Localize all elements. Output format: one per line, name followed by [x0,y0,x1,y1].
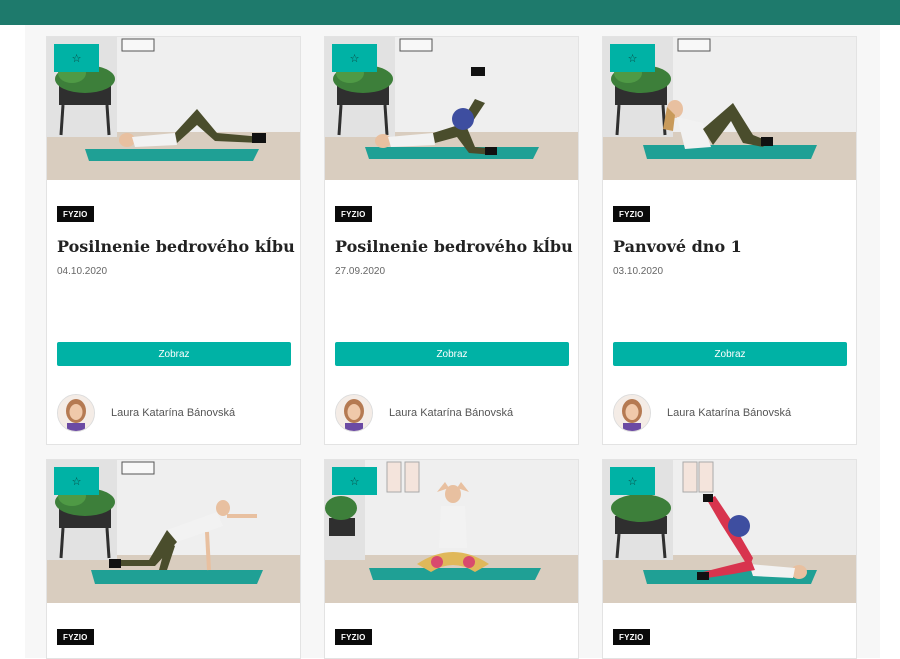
exercise-thumbnail[interactable]: ☆ [325,460,578,603]
star-icon[interactable]: ☆ [610,467,655,495]
exercise-thumbnail[interactable]: ☆ [603,460,856,603]
show-button[interactable]: Zobraz [613,342,847,366]
category-tag[interactable]: FYZIO [335,629,372,645]
star-icon[interactable]: ☆ [332,44,377,72]
author-info: Laura Katarína Bánovská [57,394,235,432]
avatar [613,394,651,432]
publish-date: 04.10.2020 [57,266,108,277]
show-button[interactable]: Zobraz [335,342,569,366]
category-tag[interactable]: FYZIO [613,206,650,222]
author-name[interactable]: Laura Katarína Bánovská [667,407,791,419]
video-grid: ☆ FYZIO Posilnenie bedrového kĺbu 1 04.1… [25,25,880,659]
category-tag[interactable]: FYZIO [57,629,94,645]
top-header-bar [0,0,900,25]
exercise-thumbnail[interactable]: ☆ [47,37,300,180]
star-icon[interactable]: ☆ [54,44,99,72]
exercise-thumbnail[interactable]: ☆ [47,460,300,603]
star-icon[interactable]: ☆ [54,467,99,495]
author-info: Laura Katarína Bánovská [335,394,513,432]
publish-date: 03.10.2020 [613,266,664,277]
publish-date: 27.09.2020 [335,266,386,277]
show-button[interactable]: Zobraz [57,342,291,366]
card-title[interactable]: Posilnenie bedrového kĺbu 2 [335,237,578,256]
author-info: Laura Katarína Bánovská [613,394,791,432]
exercise-thumbnail[interactable]: ☆ [603,37,856,180]
card-title[interactable]: Panvové dno 1 [613,237,853,256]
category-tag[interactable]: FYZIO [57,206,94,222]
avatar [57,394,95,432]
category-tag[interactable]: FYZIO [613,629,650,645]
exercise-card: ☆ FYZIO [324,459,579,659]
card-title[interactable]: Posilnenie bedrového kĺbu 1 [57,237,300,256]
exercise-card: ☆ FYZIO [602,459,857,659]
exercise-card: ☆ FYZIO Posilnenie bedrového kĺbu 2 27.0… [324,36,579,445]
exercise-card: ☆ FYZIO Posilnenie bedrového kĺbu 1 04.1… [46,36,301,445]
star-icon[interactable]: ☆ [332,467,377,495]
category-tag[interactable]: FYZIO [335,206,372,222]
star-icon[interactable]: ☆ [610,44,655,72]
exercise-thumbnail[interactable]: ☆ [325,37,578,180]
exercise-card: ☆ FYZIO [46,459,301,659]
avatar [335,394,373,432]
exercise-card: ☆ FYZIO Panvové dno 1 03.10.2020 Zobraz … [602,36,857,445]
author-name[interactable]: Laura Katarína Bánovská [389,407,513,419]
author-name[interactable]: Laura Katarína Bánovská [111,407,235,419]
